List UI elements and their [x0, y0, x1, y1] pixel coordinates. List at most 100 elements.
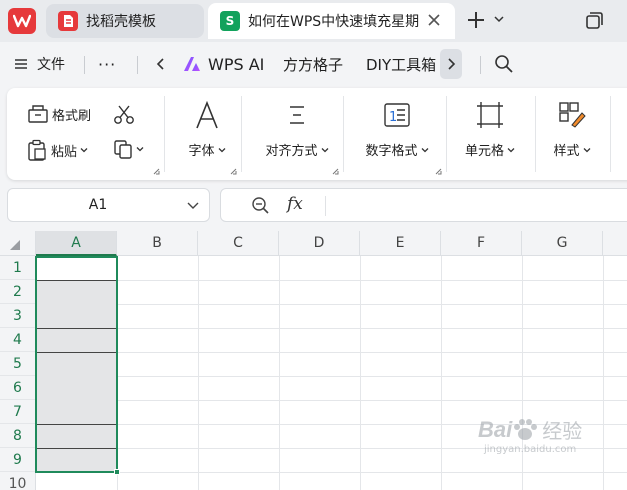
wps-ai-menu[interactable]: WPS AI [182, 42, 264, 86]
insert-function-fx-button[interactable]: fx [287, 194, 303, 214]
row-header-7[interactable]: 7 [0, 400, 36, 424]
formula-input[interactable] [331, 191, 627, 219]
wps-logo-icon[interactable] [8, 8, 36, 34]
copy-button[interactable] [113, 139, 144, 159]
zoom-lookup-icon[interactable] [251, 196, 271, 216]
style-button[interactable]: 样式 [545, 100, 599, 159]
wps-ai-icon [184, 57, 200, 71]
cut-scissors-icon[interactable] [113, 104, 135, 126]
group-expand-icon[interactable] [153, 168, 160, 175]
chevron-down-icon [321, 147, 328, 152]
row-header-8[interactable]: 8 [0, 424, 36, 448]
chevron-down-icon [80, 148, 88, 153]
column-header-e[interactable]: E [360, 231, 441, 256]
ribbon-separator [446, 96, 447, 172]
gridline [279, 256, 280, 490]
row-header-1[interactable]: 1 [0, 256, 36, 280]
scroll-left-button[interactable] [150, 49, 172, 79]
gridline [36, 304, 627, 305]
chevron-down-icon [507, 147, 515, 152]
gridline [360, 256, 361, 490]
fill-handle[interactable] [114, 469, 120, 475]
style-brush-icon [557, 100, 587, 130]
fangfang-menu[interactable]: 方方格子 [283, 42, 343, 86]
cell-button[interactable]: 单元格 [457, 100, 523, 159]
row-header-2[interactable]: 2 [0, 280, 36, 304]
gridline [36, 376, 627, 377]
diy-toolbox-menu[interactable]: DIY工具箱 [366, 42, 438, 86]
column-header-b[interactable]: B [117, 231, 198, 256]
tab-docer-templates[interactable]: 找稻壳模板 [46, 4, 204, 38]
watermark-brand-cn: 经验 [542, 419, 583, 443]
wps-ai-label: WPS AI [208, 54, 265, 74]
column-header-h[interactable] [603, 231, 627, 256]
row-header-4[interactable]: 4 [0, 328, 36, 352]
menu-separator [84, 56, 85, 74]
gridline [36, 352, 627, 353]
select-all-corner[interactable] [0, 231, 36, 256]
tab-list-chevron-down-icon[interactable] [494, 14, 504, 24]
ribbon-separator [343, 96, 344, 172]
formula-bar: fx [220, 188, 627, 222]
tab-current-spreadsheet[interactable]: S 如何在WPS中快速填充星期 [208, 3, 455, 39]
more-menu-button[interactable]: ··· [98, 42, 116, 86]
row-header-3[interactable]: 3 [0, 304, 36, 328]
watermark-brand: Bai [478, 416, 513, 442]
paste-button[interactable]: 粘贴 [27, 139, 88, 161]
new-tab-plus-icon[interactable] [466, 10, 486, 30]
group-expand-icon[interactable] [230, 168, 237, 175]
baidu-jingyan-watermark: Bai 经验 jingyan.baidu.com [478, 415, 618, 475]
chevron-down-icon[interactable] [187, 201, 199, 211]
row-header-10[interactable]: 10 [0, 472, 36, 490]
gridline [36, 400, 627, 401]
close-tab-icon[interactable] [425, 11, 443, 29]
font-button[interactable]: 字体 [177, 100, 237, 159]
select-all-triangle-icon [10, 240, 20, 250]
format-painter-button[interactable]: 格式刷 [27, 104, 91, 124]
copy-icon [114, 140, 132, 159]
gridline [198, 256, 199, 490]
column-header-d[interactable]: D [279, 231, 360, 256]
ribbon-separator [610, 96, 611, 172]
scroll-right-button[interactable] [440, 49, 462, 79]
search-icon[interactable] [494, 54, 514, 74]
column-header-g[interactable]: G [522, 231, 603, 256]
cell-label: 单元格 [464, 144, 504, 159]
number-format-button[interactable]: 1 数字格式 [355, 100, 439, 159]
paste-label: 粘贴 [51, 144, 78, 160]
gridline [36, 280, 627, 281]
tab-label: 如何在WPS中快速填充星期 [248, 14, 420, 30]
row-header-6[interactable]: 6 [0, 376, 36, 400]
svg-text:1: 1 [389, 110, 397, 125]
name-box[interactable]: A1 [7, 188, 210, 222]
group-expand-icon[interactable] [435, 168, 442, 175]
alignment-button[interactable]: 对齐方式 [252, 100, 342, 159]
file-menu-label: 文件 [37, 57, 65, 73]
alignment-label: 对齐方式 [265, 144, 318, 159]
restore-window-icon[interactable] [584, 11, 604, 31]
selection-border [35, 256, 118, 473]
formula-separator [325, 196, 326, 216]
name-box-value: A1 [88, 197, 108, 213]
font-label: 字体 [188, 144, 215, 159]
column-header-f[interactable]: F [441, 231, 522, 256]
style-label: 样式 [553, 144, 580, 159]
row-header-5[interactable]: 5 [0, 352, 36, 376]
docer-icon [58, 11, 78, 31]
paw-logo-icon [514, 418, 538, 440]
file-menu[interactable]: 文件 [14, 42, 65, 86]
format-painter-label: 格式刷 [52, 108, 92, 124]
tab-bar: 找稻壳模板 S 如何在WPS中快速填充星期 [0, 0, 627, 42]
column-header-a[interactable]: A [36, 231, 117, 256]
number-format-label: 数字格式 [365, 144, 418, 159]
wps-window: 找稻壳模板 S 如何在WPS中快速填充星期 文件 ··· WPS AI 方方格子… [0, 0, 627, 490]
column-header-c[interactable]: C [198, 231, 279, 256]
format-painter-icon [28, 105, 48, 123]
menu-separator [137, 56, 138, 74]
hamburger-menu-icon [15, 59, 27, 69]
tab-label: 找稻壳模板 [86, 14, 156, 30]
row-header-9[interactable]: 9 [0, 448, 36, 472]
menu-bar: 文件 ··· WPS AI 方方格子 DIY工具箱 [0, 42, 627, 86]
group-expand-icon[interactable] [332, 168, 339, 175]
chevron-down-icon [583, 147, 590, 152]
